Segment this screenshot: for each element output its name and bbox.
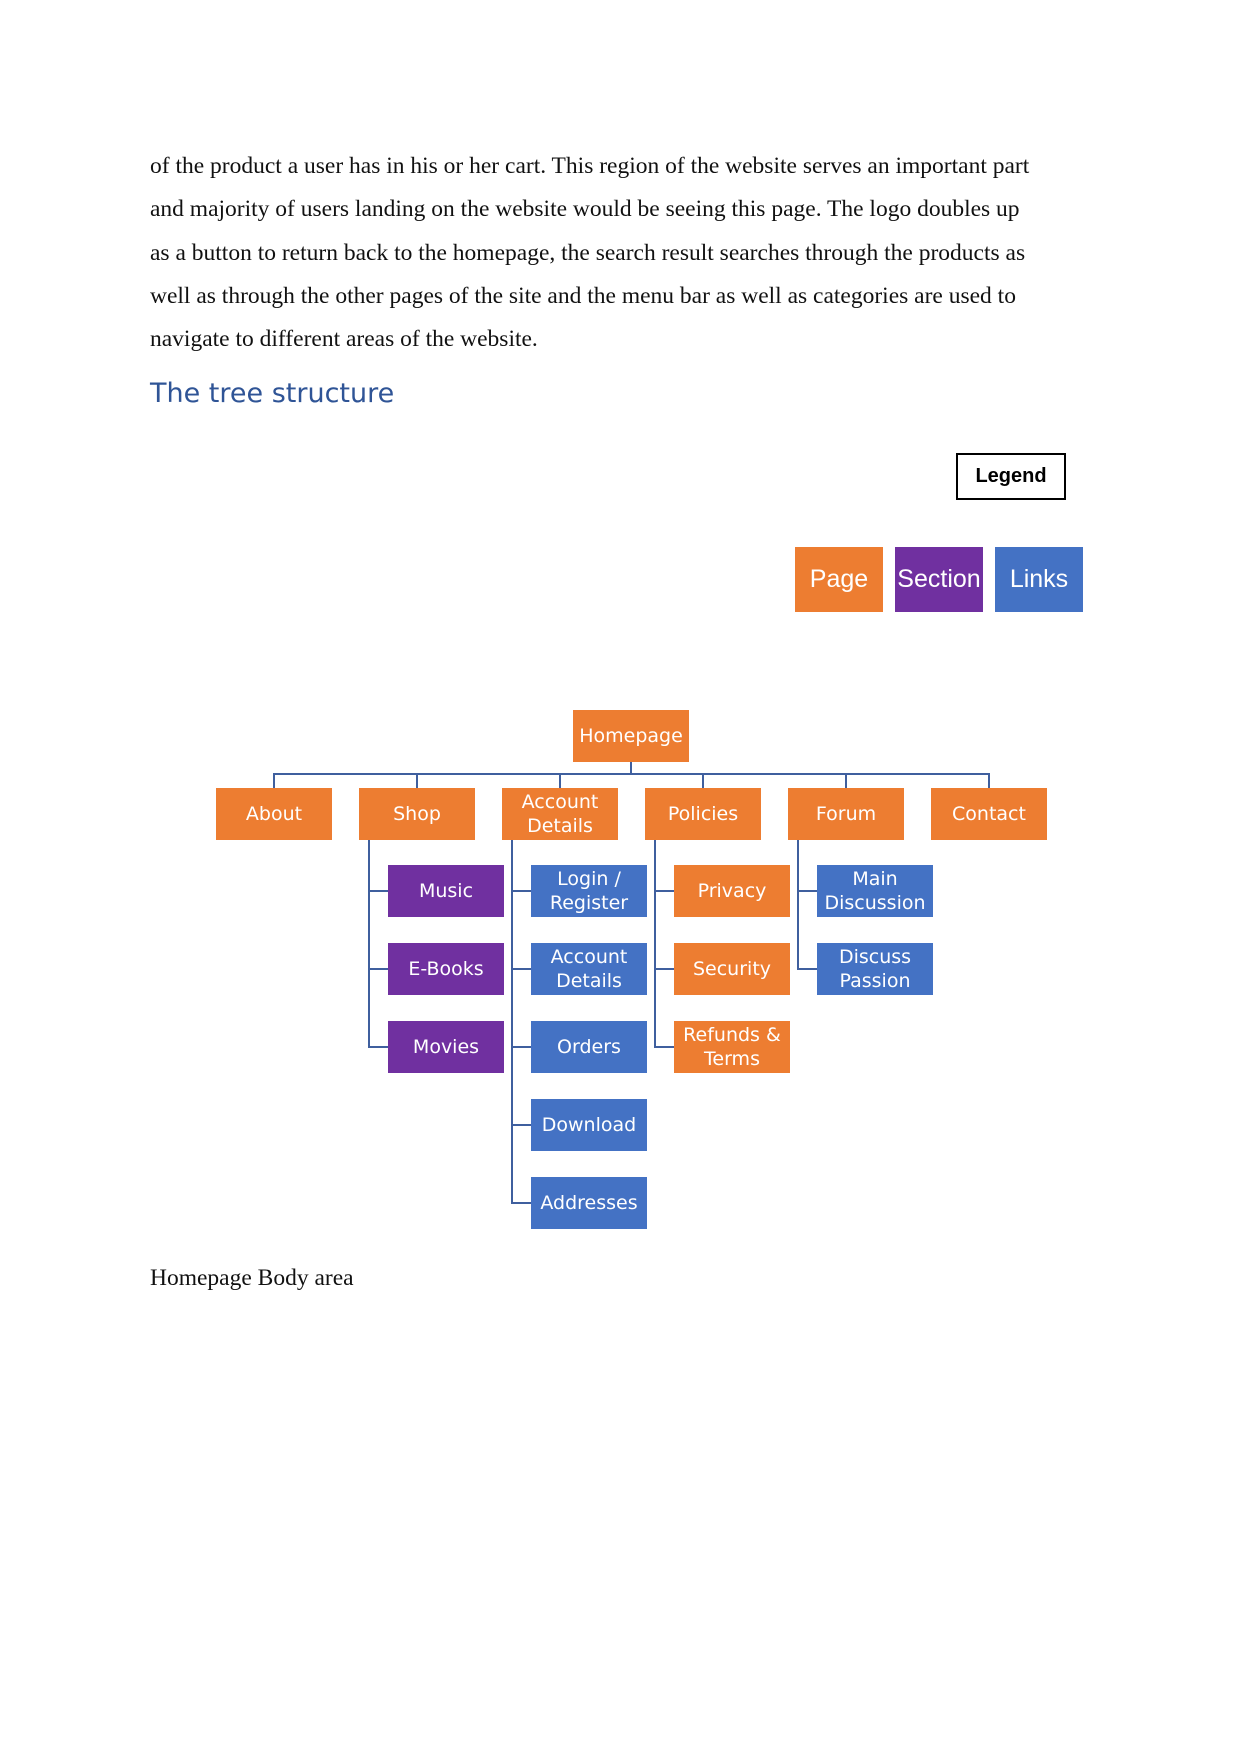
legend-key-section: Section (895, 547, 983, 612)
connector-line (654, 968, 674, 970)
connector-line (368, 890, 388, 892)
node-contact: Contact (931, 788, 1047, 840)
connector-line (511, 890, 531, 892)
connector-line (368, 840, 370, 1048)
connector-line (797, 968, 817, 970)
node-music: Music (388, 865, 504, 917)
paragraph-line: navigate to different areas of the websi… (150, 326, 538, 353)
connector-line (368, 1046, 388, 1048)
connector-line (797, 840, 799, 970)
connector-line (654, 1046, 674, 1048)
paragraph-line: well as through the other pages of the s… (150, 282, 1016, 309)
figure-caption: Homepage Body area (150, 1265, 354, 1291)
connector-line (511, 840, 513, 1204)
node-download: Download (531, 1099, 647, 1151)
connector-line (511, 1046, 531, 1048)
node-policies: Policies (645, 788, 761, 840)
connector-line (702, 773, 704, 789)
node-addresses: Addresses (531, 1177, 647, 1229)
node-main-discussion: Main Discussion (817, 865, 933, 917)
node-movies: Movies (388, 1021, 504, 1073)
paragraph-line: as a button to return back to the homepa… (150, 239, 1026, 266)
paragraph-line: of the product a user has in his or her … (150, 153, 1030, 179)
connector-line (273, 773, 275, 789)
connector-line (845, 773, 847, 789)
section-heading: The tree structure (150, 378, 395, 409)
node-discuss-passion: Discuss Passion (817, 943, 933, 995)
node-privacy: Privacy (674, 865, 790, 917)
legend-title: Legend (956, 453, 1066, 500)
node-about: About (216, 788, 332, 840)
node-ebooks: E-Books (388, 943, 504, 995)
connector-line (511, 1124, 531, 1126)
node-shop: Shop (359, 788, 475, 840)
node-refunds-terms: Refunds & Terms (674, 1021, 790, 1073)
node-orders: Orders (531, 1021, 647, 1073)
body-paragraph: of the product a user has in his or her … (150, 145, 1090, 361)
connector-line (273, 773, 989, 775)
paragraph-line: and majority of users landing on the web… (150, 196, 1020, 223)
connector-line (654, 840, 656, 1048)
node-security: Security (674, 943, 790, 995)
node-forum: Forum (788, 788, 904, 840)
connector-line (416, 773, 418, 789)
node-account-details-link: Account Details (531, 943, 647, 995)
connector-line (511, 1202, 531, 1204)
legend-key-links: Links (995, 547, 1083, 612)
node-homepage: Homepage (573, 710, 689, 762)
connector-line (368, 968, 388, 970)
connector-line (559, 773, 561, 789)
connector-line (797, 890, 817, 892)
connector-line (511, 968, 531, 970)
legend-key-page: Page (795, 547, 883, 612)
connector-line (988, 773, 990, 789)
node-login-register: Login / Register (531, 865, 647, 917)
node-account-details: Account Details (502, 788, 618, 840)
connector-line (654, 890, 674, 892)
